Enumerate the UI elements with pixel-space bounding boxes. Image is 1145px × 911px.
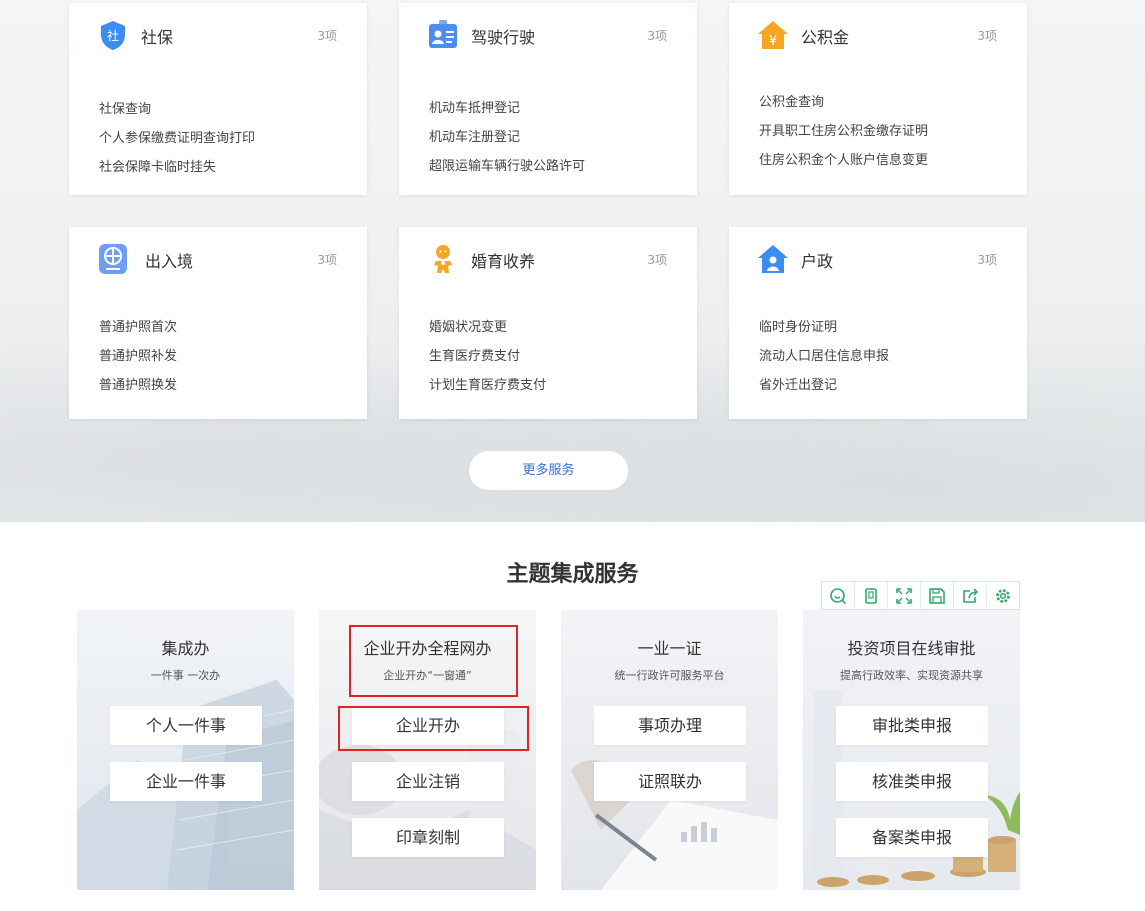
service-card-exit-entry[interactable]: 出入境 3项 普通护照首次 普通护照补发 普通护照换发 (69, 227, 367, 419)
card-item-link[interactable]: 超限运输车辆行驶公路许可 (429, 152, 585, 181)
card-item-link[interactable]: 婚姻状况变更 (429, 313, 546, 342)
card-title: 户政 (801, 252, 834, 271)
card-item-link[interactable]: 普通护照补发 (99, 342, 177, 371)
household-house-icon (758, 245, 788, 273)
driver-id-card-icon (429, 20, 457, 48)
save-tool-button[interactable] (921, 582, 954, 609)
card-item-link[interactable]: 机动车注册登记 (429, 123, 585, 152)
approval-declaration-button[interactable]: 审批类申报 (836, 706, 988, 745)
card-item-list: 社保查询 个人参保缴费证明查询打印 社会保障卡临时挂失 (99, 95, 255, 182)
social-security-shield-icon: 社 (101, 21, 125, 50)
tile-title: 集成办 (161, 639, 210, 658)
service-card-driving[interactable]: 驾驶行驶 3项 机动车抵押登记 机动车注册登记 超限运输车辆行驶公路许可 (399, 3, 697, 195)
card-item-list: 临时身份证明 流动人口居住信息申报 省外迁出登记 (759, 313, 889, 400)
verification-declaration-button[interactable]: 核准类申报 (836, 762, 988, 801)
card-count: 3项 (647, 253, 667, 267)
card-item-link[interactable]: 临时身份证明 (759, 313, 889, 342)
card-item-link[interactable]: 生育医疗费支付 (429, 342, 546, 371)
card-item-link[interactable]: 普通护照首次 (99, 313, 177, 342)
highlight-box-enterprise-setup (338, 706, 529, 751)
card-item-link[interactable]: 机动车抵押登记 (429, 94, 585, 123)
card-count: 3项 (317, 253, 337, 267)
card-item-list: 婚姻状况变更 生育医疗费支付 计划生育医疗费支付 (429, 313, 546, 400)
card-item-list: 机动车抵押登记 机动车注册登记 超限运输车辆行驶公路许可 (429, 94, 585, 181)
service-card-marriage-birth[interactable]: 婚育收养 3项 婚姻状况变更 生育医疗费支付 计划生育医疗费支付 (399, 227, 697, 419)
share-icon (963, 587, 979, 603)
tile-title: 投资项目在线审批 (847, 639, 976, 658)
service-card-social-security[interactable]: 社 社保 3项 社保查询 个人参保缴费证明查询打印 社会保障卡临时挂失 (69, 3, 367, 195)
card-count: 3项 (977, 29, 997, 43)
card-item-link[interactable]: 省外迁出登记 (759, 371, 889, 400)
seal-engraving-button[interactable]: 印章刻制 (352, 818, 504, 857)
card-item-link[interactable]: 流动人口居住信息申报 (759, 342, 889, 371)
card-title: 婚育收养 (471, 252, 536, 271)
card-title: 社保 (141, 28, 174, 47)
tile-subtitle: 统一行政许可服务平台 (614, 669, 725, 682)
floating-toolbar (821, 581, 1020, 610)
card-item-link[interactable]: 个人参保缴费证明查询打印 (99, 124, 255, 153)
highlight-box-tile-heading (349, 625, 518, 697)
enterprise-affair-button[interactable]: 企业一件事 (110, 762, 262, 801)
baby-icon (434, 245, 452, 273)
card-item-link[interactable]: 社会保障卡临时挂失 (99, 153, 255, 182)
save-icon (929, 587, 945, 604)
fullscreen-icon (896, 587, 912, 604)
tile-subtitle: 一件事 一次办 (150, 669, 221, 682)
enterprise-deregistration-button[interactable]: 企业注销 (352, 762, 504, 801)
card-item-list: 公积金查询 开具职工住房公积金缴存证明 住房公积金个人账户信息变更 (759, 88, 928, 175)
card-item-link[interactable]: 计划生育医疗费支付 (429, 371, 546, 400)
affair-handling-button[interactable]: 事项办理 (594, 706, 746, 745)
filing-declaration-button[interactable]: 备案类申报 (836, 818, 988, 857)
fullscreen-tool-button[interactable] (888, 582, 921, 609)
share-tool-button[interactable] (954, 582, 987, 609)
search-tool-button[interactable] (822, 582, 855, 609)
copy-tool-button[interactable] (855, 582, 888, 609)
card-title: 驾驶行驶 (471, 28, 536, 47)
card-item-link[interactable]: 住房公积金个人账户信息变更 (759, 146, 928, 175)
card-item-link[interactable]: 公积金查询 (759, 88, 928, 117)
card-item-list: 普通护照首次 普通护照补发 普通护照换发 (99, 313, 177, 400)
card-count: 3项 (317, 29, 337, 43)
card-item-link[interactable]: 社保查询 (99, 95, 255, 124)
tile-title: 一业一证 (637, 639, 702, 658)
personal-affair-button[interactable]: 个人一件事 (110, 706, 262, 745)
more-services-button[interactable]: 更多服务 (469, 451, 628, 490)
card-count: 3项 (647, 29, 667, 43)
card-item-link[interactable]: 普通护照换发 (99, 371, 177, 400)
tile-subtitle: 提高行政效率、实现资源共享 (840, 669, 983, 682)
license-joint-button[interactable]: 证照联办 (594, 762, 746, 801)
card-count: 3项 (977, 253, 997, 267)
card-title: 出入境 (145, 252, 194, 271)
copy-icon (865, 587, 877, 604)
svg-text:¥: ¥ (769, 34, 777, 49)
settings-tool-button[interactable] (987, 582, 1019, 609)
search-icon (830, 587, 847, 604)
service-card-household[interactable]: 户政 3项 临时身份证明 流动人口居住信息申报 省外迁出登记 (729, 227, 1027, 419)
card-item-link[interactable]: 开具职工住房公积金缴存证明 (759, 117, 928, 146)
card-title: 公积金 (801, 28, 850, 47)
svg-text:社: 社 (107, 28, 119, 43)
passport-globe-icon (99, 244, 127, 274)
service-card-provident-fund[interactable]: ¥ 公积金 3项 公积金查询 开具职工住房公积金缴存证明 住房公积金个人账户信息… (729, 3, 1027, 195)
provident-fund-house-icon: ¥ (758, 21, 788, 49)
settings-icon (996, 588, 1010, 603)
